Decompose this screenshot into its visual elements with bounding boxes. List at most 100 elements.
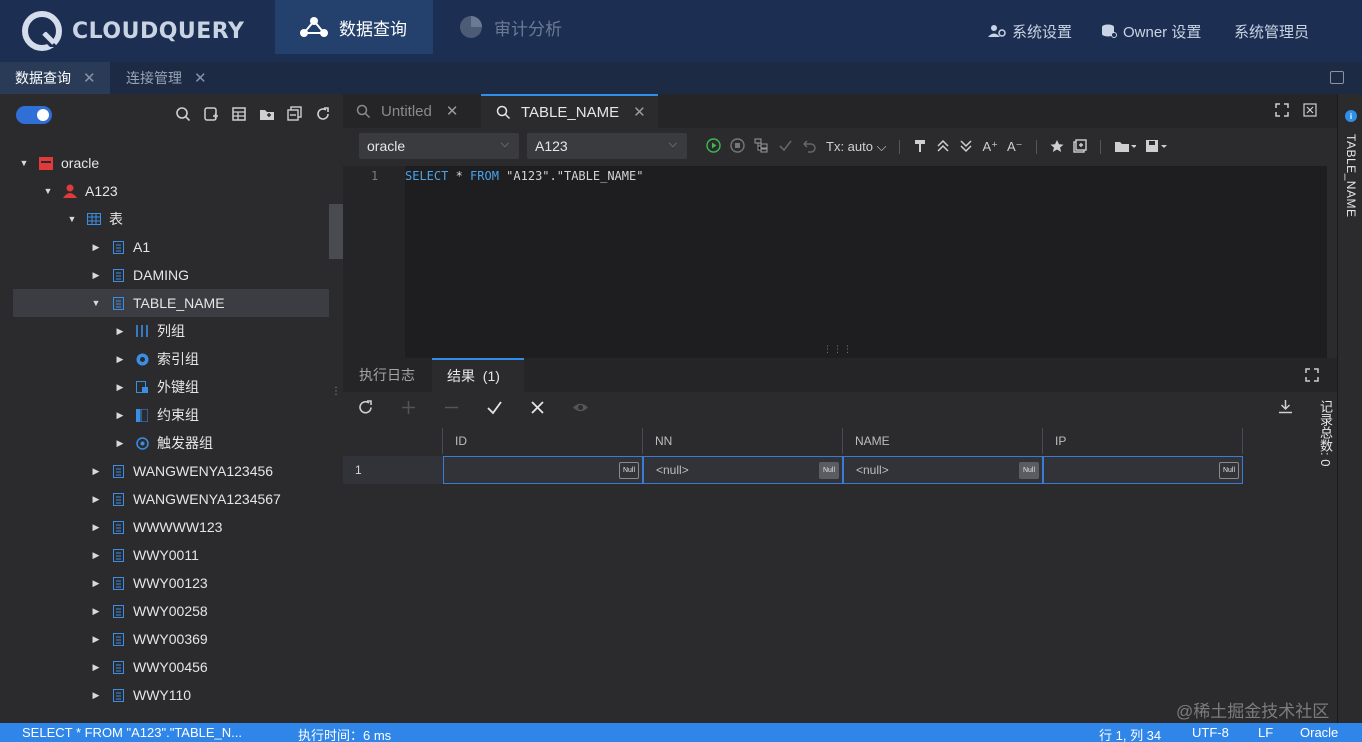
close-panel-icon[interactable] xyxy=(1303,103,1317,120)
grid-cell-name[interactable]: <null> Null xyxy=(843,456,1043,484)
system-settings-link[interactable]: 系统设置 xyxy=(988,0,1072,62)
tree-node-table[interactable]: ▶ WWY00258 xyxy=(13,597,329,625)
sql-code-line[interactable]: SELECT * FROM "A123"."TABLE_NAME" xyxy=(405,169,643,183)
tx-mode-dropdown[interactable]: Tx: auto ⌵ xyxy=(826,139,886,155)
tab-execution-log[interactable]: 执行日志 xyxy=(359,358,415,392)
set-null-button[interactable]: Null xyxy=(1219,462,1239,479)
confirm-check-icon[interactable] xyxy=(486,399,503,419)
snippet-icon[interactable] xyxy=(1072,138,1087,156)
tree-node-table[interactable]: ▶ WWY0011 xyxy=(13,541,329,569)
status-dialect[interactable]: Oracle xyxy=(1300,725,1338,740)
caret-right-icon[interactable]: ▶ xyxy=(91,662,101,672)
favorite-star-icon[interactable] xyxy=(1050,139,1064,156)
nav-tab-audit-analysis[interactable]: 审计分析 xyxy=(458,0,562,54)
split-drag-handle-icon[interactable]: ⋮⋮⋮ xyxy=(823,344,853,355)
tree-node-table[interactable]: ▶ WANGWENYA123456 xyxy=(13,457,329,485)
tree-node-index-group[interactable]: ▶ 索引组 xyxy=(13,345,329,373)
set-null-button[interactable]: Null xyxy=(819,462,839,479)
tree-node-table[interactable]: ▶ WWY00456 xyxy=(13,653,329,681)
grid-header-cell[interactable]: NAME xyxy=(843,428,1043,454)
sql-editor[interactable]: 1 SELECT * FROM "A123"."TABLE_NAME" ⋮⋮⋮ xyxy=(343,166,1337,358)
caret-right-icon[interactable]: ▶ xyxy=(91,606,101,616)
open-folder-icon[interactable] xyxy=(1114,139,1137,156)
tree-node-table[interactable]: ▶ DAMING xyxy=(13,261,329,289)
status-cursor-position[interactable]: 行 1, 列 34 xyxy=(1099,725,1161,742)
set-null-button[interactable]: Null xyxy=(1019,462,1039,479)
grid-cell-id[interactable]: Null xyxy=(443,456,643,484)
search-icon[interactable] xyxy=(175,106,191,122)
caret-right-icon[interactable]: ▶ xyxy=(115,326,125,336)
eye-icon[interactable] xyxy=(572,399,589,419)
close-icon[interactable]: ✕ xyxy=(633,103,646,121)
tree-node-table[interactable]: ▶ WWY00369 xyxy=(13,625,329,653)
close-icon[interactable]: ✕ xyxy=(446,102,459,120)
stop-icon[interactable] xyxy=(730,138,745,156)
fullscreen-icon[interactable] xyxy=(1275,103,1289,120)
tree-node-columns-group[interactable]: ▶ 列组 xyxy=(13,317,329,345)
nav-tab-data-query[interactable]: 数据查询 xyxy=(275,0,433,54)
tree-node-table-selected[interactable]: ▼ TABLE_NAME xyxy=(13,289,329,317)
download-icon[interactable] xyxy=(1278,399,1293,417)
close-all-tabs-icon[interactable] xyxy=(1330,71,1344,84)
status-encoding[interactable]: UTF-8 xyxy=(1192,725,1229,740)
schema-select[interactable]: A123 ⌵ xyxy=(527,133,687,159)
remove-row-icon[interactable] xyxy=(443,399,460,419)
font-increase-icon[interactable]: A⁺ xyxy=(982,139,998,155)
tree-node-tables-group[interactable]: ▼ 表 xyxy=(13,205,329,233)
caret-right-icon[interactable]: ▶ xyxy=(91,466,101,476)
tab-results[interactable]: 结果 (1) xyxy=(432,358,524,392)
grid-cell-nn[interactable]: <null> Null xyxy=(643,456,843,484)
tree-node-table[interactable]: ▶ WWWWW123 xyxy=(13,513,329,541)
caret-right-icon[interactable]: ▶ xyxy=(91,270,101,280)
table-row[interactable]: 1 Null <null> Null <null> Null Null xyxy=(343,456,1243,484)
caret-right-icon[interactable]: ▶ xyxy=(115,438,125,448)
editor-scrollbar[interactable] xyxy=(1327,166,1337,358)
caret-down-icon[interactable]: ▼ xyxy=(43,186,53,196)
grid-header-cell[interactable]: IP xyxy=(1043,428,1243,454)
run-icon[interactable] xyxy=(706,138,721,156)
info-icon[interactable]: i xyxy=(1345,110,1357,122)
editor-tab-table-name[interactable]: TABLE_NAME ✕ xyxy=(481,94,658,128)
object-info-tab[interactable]: TABLE_NAME xyxy=(1344,134,1358,217)
status-line-ending[interactable]: LF xyxy=(1258,725,1273,740)
caret-right-icon[interactable]: ▶ xyxy=(91,578,101,588)
tree-node-trigger-group[interactable]: ▶ 触发器组 xyxy=(13,429,329,457)
font-decrease-icon[interactable]: A⁻ xyxy=(1007,139,1023,155)
tree-node-table[interactable]: ▶ WWY00123 xyxy=(13,569,329,597)
table-list-icon[interactable] xyxy=(231,106,247,122)
page-tab-data-query[interactable]: 数据查询 ✕ xyxy=(0,62,110,94)
save-icon[interactable] xyxy=(1145,139,1167,156)
fullscreen-icon[interactable] xyxy=(1305,368,1319,385)
expand-down-icon[interactable] xyxy=(959,139,973,156)
caret-right-icon[interactable]: ▶ xyxy=(115,354,125,364)
refresh-icon[interactable] xyxy=(315,106,331,122)
caret-right-icon[interactable]: ▶ xyxy=(91,494,101,504)
explain-plan-icon[interactable] xyxy=(754,138,769,156)
caret-right-icon[interactable]: ▶ xyxy=(91,522,101,532)
caret-right-icon[interactable]: ▶ xyxy=(91,690,101,700)
set-null-button[interactable]: Null xyxy=(619,462,639,479)
tree-node-table[interactable]: ▶ WWY110 xyxy=(13,681,329,709)
new-query-icon[interactable] xyxy=(203,106,219,122)
theme-toggle[interactable] xyxy=(16,106,52,124)
connection-select[interactable]: oracle ⌵ xyxy=(359,133,519,159)
caret-right-icon[interactable]: ▶ xyxy=(115,410,125,420)
rollback-icon[interactable] xyxy=(802,138,817,156)
close-icon[interactable]: ✕ xyxy=(194,69,207,87)
page-tab-connection-management[interactable]: 连接管理 ✕ xyxy=(111,62,226,94)
caret-right-icon[interactable]: ▶ xyxy=(115,382,125,392)
owner-settings-link[interactable]: Owner 设置 xyxy=(1101,0,1201,62)
tree-node-connection[interactable]: ▼ oracle xyxy=(13,149,329,177)
add-row-icon[interactable] xyxy=(400,399,417,419)
tree-node-table[interactable]: ▶ WANGWENYA1234567 xyxy=(13,485,329,513)
grid-header-cell[interactable]: ID xyxy=(443,428,643,454)
collapse-all-icon[interactable] xyxy=(287,106,303,122)
tree-node-constraint-group[interactable]: ▶ 约束组 xyxy=(13,401,329,429)
caret-right-icon[interactable]: ▶ xyxy=(91,550,101,560)
sidebar-scrollbar[interactable] xyxy=(329,204,343,259)
format-brush-icon[interactable] xyxy=(913,139,927,156)
caret-down-icon[interactable]: ▼ xyxy=(19,158,29,168)
caret-down-icon[interactable]: ▼ xyxy=(91,298,101,308)
folder-add-icon[interactable] xyxy=(259,106,275,122)
close-icon[interactable]: ✕ xyxy=(83,69,96,87)
